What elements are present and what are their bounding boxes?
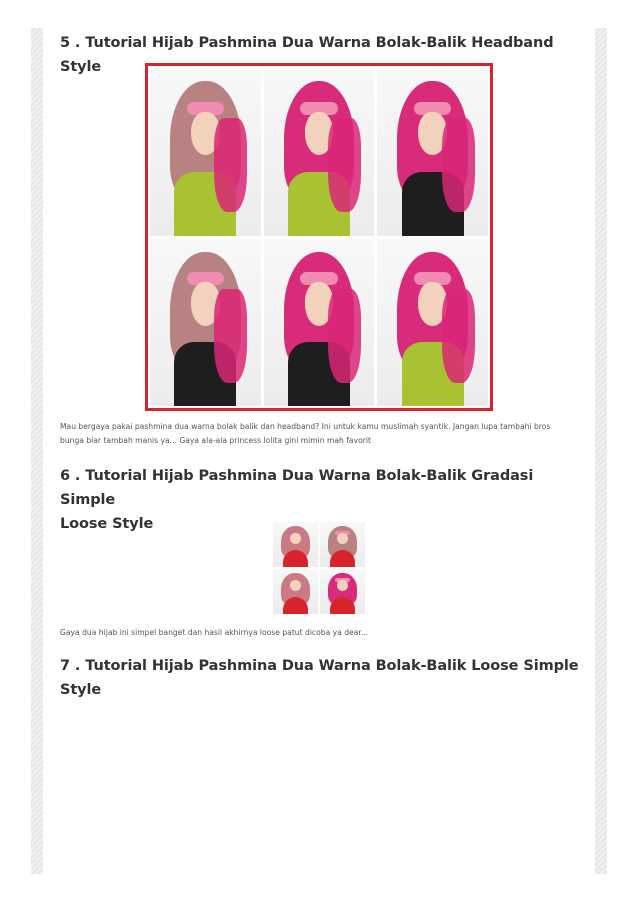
- step-photo: [320, 522, 365, 567]
- step-photo: [273, 522, 318, 567]
- heading-line: Loose Style: [60, 516, 154, 532]
- step-photo: [377, 68, 488, 236]
- heading-line: 6 . Tutorial Hijab Pashmina Dua Warna Bo…: [60, 468, 534, 508]
- step-photo: [263, 238, 375, 406]
- caption-line: Mau bergaya pakai pashmina dua warna bol…: [60, 422, 551, 431]
- tutorial-5-image-collage: [145, 63, 493, 411]
- step-photo: [150, 238, 261, 406]
- step-photo: [273, 569, 318, 614]
- article-content: 5 . Tutorial Hijab Pashmina Dua Warna Bo…: [43, 28, 595, 874]
- step-photo: [150, 68, 261, 236]
- section-5-caption: Mau bergaya pakai pashmina dua warna bol…: [60, 420, 580, 448]
- step-photo: [377, 238, 488, 406]
- caption-line: bunga biar tambah manis ya... Gaya ala-a…: [60, 436, 371, 445]
- step-photo: [263, 68, 375, 236]
- heading-line: 7 . Tutorial Hijab Pashmina Dua Warna Bo…: [60, 658, 579, 674]
- heading-line: Style: [60, 682, 102, 698]
- section-6-caption: Gaya dua hijab ini simpel banget dan has…: [60, 628, 369, 637]
- step-photo: [320, 569, 365, 614]
- tutorial-6-image-collage: [273, 522, 365, 614]
- section-7-heading: 7 . Tutorial Hijab Pashmina Dua Warna Bo…: [60, 654, 580, 702]
